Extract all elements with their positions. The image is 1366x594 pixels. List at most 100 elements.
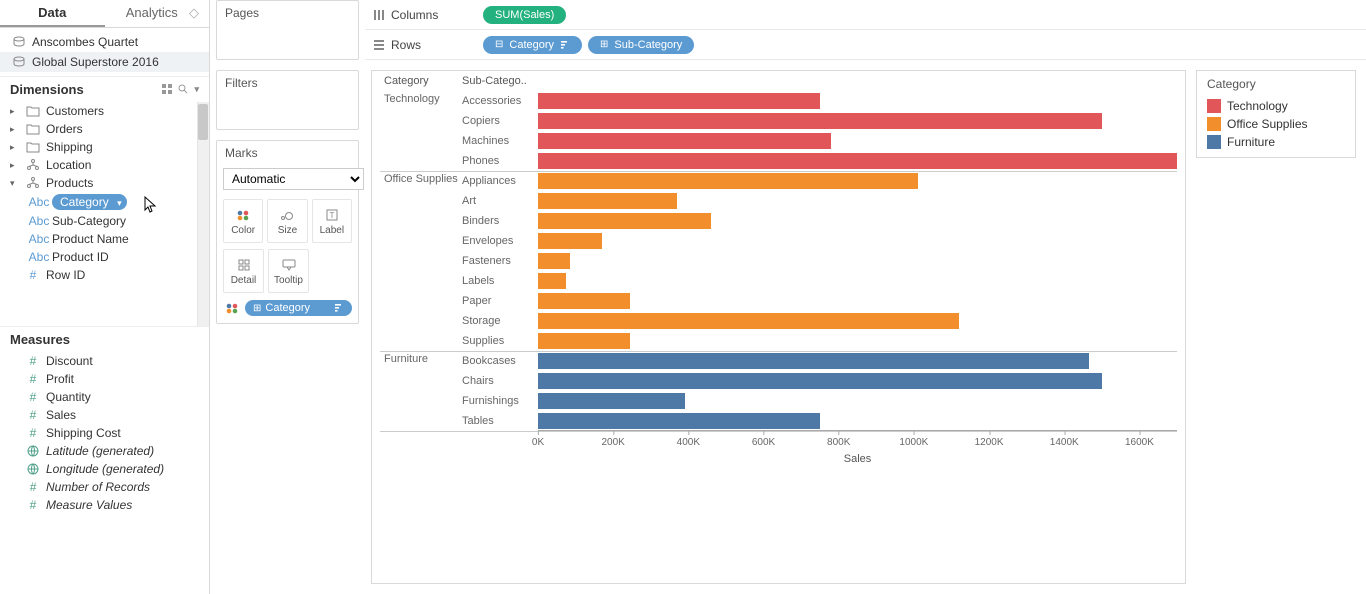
hierarchy-products[interactable]: ▾Products xyxy=(0,174,209,192)
subcategory-label[interactable]: Binders xyxy=(462,211,538,231)
category-label[interactable]: Furniture xyxy=(384,351,462,431)
tab-analytics[interactable]: Analytics ◇ xyxy=(105,0,210,27)
view-grid-icon[interactable] xyxy=(162,84,172,95)
bar[interactable] xyxy=(538,153,1177,169)
marks-label-button[interactable]: TLabel xyxy=(312,199,352,243)
subcategory-label[interactable]: Supplies xyxy=(462,331,538,351)
datasource-global-superstore[interactable]: Global Superstore 2016 xyxy=(0,52,209,72)
field-productid[interactable]: AbcProduct ID xyxy=(0,248,209,266)
category-label[interactable]: Technology xyxy=(384,91,462,171)
bar[interactable] xyxy=(538,133,831,149)
bar[interactable] xyxy=(538,213,711,229)
color-legend[interactable]: Category Technology Office Supplies Furn… xyxy=(1196,70,1356,158)
field-latitude[interactable]: Latitude (generated) xyxy=(0,442,209,460)
folder-shipping[interactable]: ▸Shipping xyxy=(0,138,209,156)
subcategory-label[interactable]: Accessories xyxy=(462,91,538,111)
bar[interactable] xyxy=(538,313,959,329)
bar[interactable] xyxy=(538,193,677,209)
field-measurevalues[interactable]: #Measure Values xyxy=(0,496,209,514)
bar[interactable] xyxy=(538,293,630,309)
subcategory-label[interactable]: Furnishings xyxy=(462,391,538,411)
hierarchy-location[interactable]: ▸Location xyxy=(0,156,209,174)
datasource-anscombes[interactable]: Anscombes Quartet xyxy=(0,32,209,52)
legend-label: Technology xyxy=(1227,99,1288,113)
marks-tooltip-button[interactable]: Tooltip xyxy=(268,249,309,293)
columns-shelf[interactable]: Columns SUM(Sales) xyxy=(365,0,1366,30)
subcategory-label[interactable]: Labels xyxy=(462,271,538,291)
field-quantity[interactable]: #Quantity xyxy=(0,388,209,406)
header-subcategory[interactable]: Sub-Catego.. xyxy=(462,75,538,87)
subcategory-label[interactable]: Machines xyxy=(462,131,538,151)
hierarchy-collapse-icon[interactable]: ⊟ xyxy=(495,39,503,50)
field-profit[interactable]: #Profit xyxy=(0,370,209,388)
size-icon xyxy=(278,207,296,223)
bar[interactable] xyxy=(538,333,630,349)
legend-item-technology[interactable]: Technology xyxy=(1207,97,1345,115)
marks-detail-button[interactable]: Detail xyxy=(223,249,264,293)
header-category[interactable]: Category xyxy=(384,75,462,87)
rows-pill-category[interactable]: ⊟ Category xyxy=(483,36,582,54)
rows-icon xyxy=(373,39,385,51)
marks-size-button[interactable]: Size xyxy=(267,199,307,243)
analytics-menu-icon[interactable]: ◇ xyxy=(189,5,199,21)
bar[interactable] xyxy=(538,93,820,109)
folder-orders[interactable]: ▸Orders xyxy=(0,120,209,138)
field-category[interactable]: Abc Category ▾ xyxy=(0,192,209,212)
marks-color-pill[interactable]: ⊞ Category xyxy=(245,300,352,316)
bar[interactable] xyxy=(538,253,570,269)
filters-card[interactable]: Filters xyxy=(216,70,359,130)
columns-pill-sales[interactable]: SUM(Sales) xyxy=(483,6,566,24)
folder-customers[interactable]: ▸Customers xyxy=(0,102,209,120)
subcategory-label[interactable]: Fasteners xyxy=(462,251,538,271)
bar[interactable] xyxy=(538,373,1102,389)
subcategory-label[interactable]: Paper xyxy=(462,291,538,311)
bar[interactable] xyxy=(538,173,918,189)
subcategory-label[interactable]: Bookcases xyxy=(462,351,538,371)
marks-color-button[interactable]: Color xyxy=(223,199,263,243)
color-encoding-icon xyxy=(223,299,241,317)
field-nrecords[interactable]: #Number of Records xyxy=(0,478,209,496)
subcategory-label[interactable]: Copiers xyxy=(462,111,538,131)
subcategory-label[interactable]: Art xyxy=(462,191,538,211)
dropdown-icon[interactable]: ▾ xyxy=(194,84,199,95)
tab-data[interactable]: Data xyxy=(0,0,105,27)
bar[interactable] xyxy=(538,273,566,289)
field-productname[interactable]: AbcProduct Name xyxy=(0,230,209,248)
legend-item-office-supplies[interactable]: Office Supplies xyxy=(1207,115,1345,133)
datasource-tabs: Data Analytics ◇ xyxy=(0,0,209,28)
bar[interactable] xyxy=(538,233,602,249)
category-label[interactable]: Office Supplies xyxy=(384,171,462,351)
chevron-down-icon[interactable]: ▾ xyxy=(117,198,122,209)
hierarchy-expand-icon[interactable]: ⊞ xyxy=(600,39,608,50)
field-shippingcost[interactable]: #Shipping Cost xyxy=(0,424,209,442)
pages-card[interactable]: Pages xyxy=(216,0,359,60)
field-category-selected[interactable]: Category ▾ xyxy=(52,194,127,210)
field-sales[interactable]: #Sales xyxy=(0,406,209,424)
subcategory-label[interactable]: Appliances xyxy=(462,171,538,191)
field-rowid[interactable]: #Row ID xyxy=(0,266,209,284)
legend-item-furniture[interactable]: Furniture xyxy=(1207,133,1345,151)
field-subcategory[interactable]: AbcSub-Category xyxy=(0,212,209,230)
bar[interactable] xyxy=(538,113,1102,129)
sort-icon[interactable] xyxy=(334,303,344,313)
bar[interactable] xyxy=(538,413,820,429)
field-longitude[interactable]: Longitude (generated) xyxy=(0,460,209,478)
field-discount[interactable]: #Discount xyxy=(0,352,209,370)
rows-pill-subcategory[interactable]: ⊞ Sub-Category xyxy=(588,36,694,54)
mark-type-select[interactable]: Automatic xyxy=(223,168,364,190)
x-axis[interactable]: 0K200K400K600K800K1000K1200K1400K1600KSa… xyxy=(538,431,1177,475)
chart-frame: Category Sub-Catego.. TechnologyOffice S… xyxy=(371,70,1186,584)
bar[interactable] xyxy=(538,393,685,409)
rows-shelf[interactable]: Rows ⊟ Category ⊞ Sub-Category xyxy=(365,30,1366,60)
subcategory-label[interactable]: Chairs xyxy=(462,371,538,391)
subcategory-label[interactable]: Storage xyxy=(462,311,538,331)
hierarchy-expand-icon[interactable]: ⊞ xyxy=(253,303,261,314)
subcategory-label[interactable]: Phones xyxy=(462,151,538,171)
bars-container xyxy=(538,91,1177,431)
search-icon[interactable] xyxy=(178,84,188,95)
axis-title[interactable]: Sales xyxy=(844,453,872,465)
subcategory-label[interactable]: Envelopes xyxy=(462,231,538,251)
bar[interactable] xyxy=(538,353,1089,369)
sort-icon[interactable] xyxy=(560,40,570,50)
subcategory-label[interactable]: Tables xyxy=(462,411,538,431)
